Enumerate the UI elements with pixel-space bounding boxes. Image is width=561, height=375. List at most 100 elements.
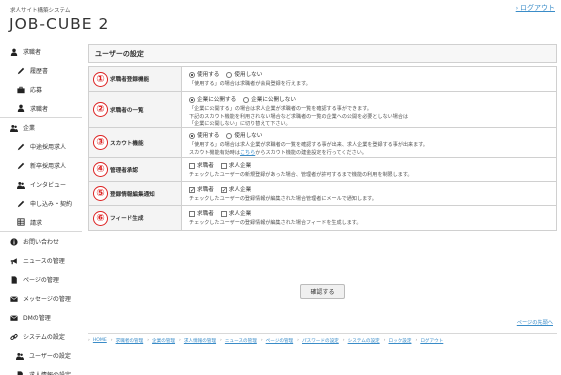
- checkbox-option[interactable]: 求人企業: [220, 162, 252, 171]
- setting-value-cell: 求職者 求人企業チェックしたユーザーの新規登録があった場合、管理者が許可するまで機…: [182, 158, 556, 181]
- sidebar-item[interactable]: 新卒採用求人: [0, 156, 82, 175]
- sidebar-item-label: 企業: [23, 125, 36, 132]
- scout-settings-link[interactable]: こちら: [240, 150, 255, 156]
- page-top-link[interactable]: ページの先頭へ: [517, 319, 553, 326]
- setting-label: 管理者承認: [110, 167, 138, 174]
- sidebar-item-label: お問い合わせ: [23, 239, 60, 246]
- logout-label: ログアウト: [520, 4, 555, 12]
- setting-description: 「企業に公開する」の場合は求人企業が求職者の一覧を確認する事ができます。: [189, 105, 372, 112]
- setting-description: チェックしたユーザーの新規登録があった場合、管理者が許可するまで機能の利用を制限…: [189, 171, 413, 178]
- option-label: 求人企業: [228, 187, 252, 193]
- setting-label-cell: ⑤ 登録情報編集通知: [89, 182, 182, 205]
- footer-separator: ›: [297, 338, 299, 343]
- option-label: 使用する: [197, 133, 220, 139]
- logout-link[interactable]: › ログアウト: [516, 3, 555, 13]
- header: 求人サイト構築システム JOB-CUBE 2 › ログアウト: [0, 0, 561, 40]
- radio-button[interactable]: [226, 133, 233, 140]
- setting-label: 登録情報編集通知: [110, 191, 155, 198]
- sidebar-item[interactable]: 求人情報の設定: [0, 365, 82, 375]
- sidebar-item[interactable]: 求職者: [0, 99, 82, 118]
- checkbox[interactable]: [189, 163, 195, 170]
- footer-separator: ›: [147, 338, 150, 343]
- sidebar-item[interactable]: 中途採用求人: [0, 137, 82, 156]
- setting-row: ⑤登録情報編集通知 求職者 求人企業チェックしたユーザーの登録情報が編集された場合管…: [88, 182, 557, 206]
- page-title: ユーザーの設定: [88, 44, 557, 63]
- footer-link[interactable]: 企業の管理: [152, 338, 175, 344]
- checkbox[interactable]: [189, 211, 195, 218]
- radio-option[interactable]: 使用する: [189, 71, 219, 80]
- radio-option[interactable]: 使用しない: [226, 132, 262, 141]
- sidebar-item[interactable]: 企業: [0, 118, 82, 137]
- sidebar-item[interactable]: 求職者: [0, 42, 82, 61]
- footer-link[interactable]: 求職者の管理: [116, 338, 144, 344]
- radio-option[interactable]: 企業に公開する: [189, 96, 236, 105]
- checkbox-option[interactable]: 求職者: [189, 186, 214, 196]
- checkbox-option[interactable]: 求人企業: [220, 186, 252, 196]
- setting-label-cell: ④ 管理者承認: [89, 158, 182, 181]
- confirm-button[interactable]: 確認する: [300, 284, 345, 299]
- sidebar-item-label: インタビュー: [30, 182, 67, 189]
- pencil-icon: [16, 199, 25, 208]
- sidebar-item[interactable]: お問い合わせ: [0, 232, 82, 251]
- checkbox-option[interactable]: 求職者: [189, 210, 214, 219]
- sidebar-item[interactable]: ユーザーの設定: [0, 346, 82, 365]
- checkbox[interactable]: [220, 186, 227, 196]
- radio-button[interactable]: [189, 72, 195, 79]
- sidebar-item[interactable]: 請求: [0, 213, 82, 232]
- checkbox-option[interactable]: 求人企業: [220, 210, 251, 219]
- footer-link[interactable]: ニュースの管理: [225, 338, 257, 344]
- sidebar-item[interactable]: 申し込み・契約: [0, 194, 82, 213]
- option-label: 求職者: [197, 211, 214, 217]
- setting-label-cell: ② 求職者の一覧: [89, 92, 182, 127]
- radio-button[interactable]: [243, 97, 250, 104]
- step-number-badge: ⑥: [93, 210, 108, 226]
- checkbox[interactable]: [189, 186, 195, 196]
- pencil-icon: [16, 161, 25, 170]
- settings-table: ① 求職者登録機能 使用する 使用しない 「使用する」の場合は求職者が会員登録を行えます…: [88, 66, 557, 231]
- checkbox[interactable]: [220, 211, 227, 218]
- radio-button[interactable]: [189, 133, 195, 140]
- sidebar-item-label: ニュースの管理: [23, 258, 65, 265]
- radio-button[interactable]: [226, 72, 233, 79]
- description-text: スカウト機能有効時は: [189, 149, 240, 156]
- radio-option[interactable]: 使用しない: [226, 71, 262, 80]
- info-icon: [9, 237, 18, 246]
- radio-option[interactable]: 使用する: [189, 132, 219, 141]
- logo[interactable]: JOB-CUBE 2: [9, 15, 109, 33]
- footer-link[interactable]: ロック設定: [388, 338, 411, 344]
- sidebar-item-label: 求職者: [23, 49, 42, 56]
- footer-separator: ›: [179, 338, 181, 343]
- option-label: 企業に公開しない: [251, 97, 296, 103]
- file-icon: [15, 370, 24, 375]
- option-label: 使用しない: [234, 72, 263, 78]
- setting-label: 求職者登録機能: [110, 77, 150, 83]
- sidebar-item-label: ユーザーの設定: [29, 353, 71, 360]
- option-label: 求人企業: [228, 163, 252, 169]
- checkbox-option[interactable]: 求職者: [189, 162, 214, 171]
- sidebar-item[interactable]: ページの管理: [0, 270, 82, 289]
- sidebar-item[interactable]: メッセージの管理: [0, 289, 82, 308]
- radio-button[interactable]: [189, 97, 195, 104]
- footer-link[interactable]: システムの設定: [348, 338, 380, 344]
- link-icon: [9, 332, 18, 341]
- sidebar-item-label: 中途採用求人: [30, 144, 67, 151]
- setting-value-cell: 使用する 使用しない 「使用する」の場合は求職者が会員登録を行えます。: [182, 67, 556, 91]
- radio-option[interactable]: 企業に公開しない: [243, 96, 296, 105]
- sidebar-item[interactable]: DMの管理: [0, 308, 82, 327]
- footer-link[interactable]: 求人情報の管理: [184, 338, 216, 344]
- checkbox[interactable]: [220, 163, 227, 170]
- sidebar-item[interactable]: インタビュー: [0, 175, 82, 194]
- footer-link[interactable]: HOME: [93, 338, 107, 344]
- confirm-area: 確認する: [88, 284, 557, 299]
- sidebar-item[interactable]: システムの設定: [0, 327, 82, 346]
- footer-link[interactable]: ログアウト: [420, 338, 443, 344]
- sidebar-item[interactable]: ニュースの管理: [0, 251, 82, 270]
- person-icon: [16, 104, 25, 113]
- footer-link[interactable]: ページの管理: [266, 338, 293, 344]
- footer-link[interactable]: パスワードの設定: [302, 338, 339, 344]
- sidebar-item-label: 応募: [30, 87, 43, 94]
- setting-description: 「使用する」の場合は求人企業が求職者の一覧を確認する事が出来、求人企業を登録する…: [189, 141, 428, 148]
- setting-label: スカウト機能: [110, 140, 144, 147]
- sidebar-item[interactable]: 応募: [0, 80, 82, 99]
- sidebar-item[interactable]: 履歴書: [0, 61, 82, 80]
